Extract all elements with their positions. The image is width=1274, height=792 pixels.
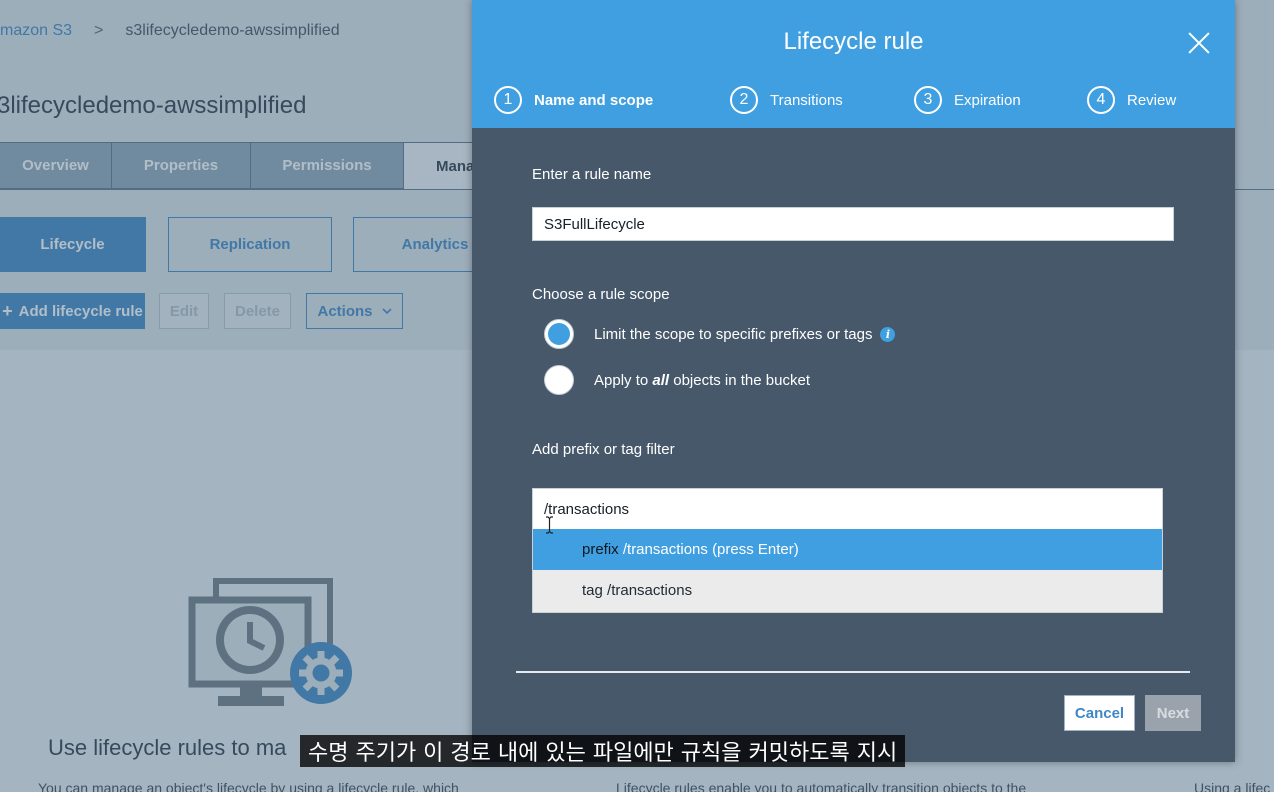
scope-option-limit[interactable]: Limit the scope to specific prefixes or … [544, 319, 896, 349]
suggestion-prefix[interactable]: prefix /transactions (press Enter) [533, 529, 1162, 570]
suggestion-tag[interactable]: tag /transactions [533, 570, 1162, 611]
step-review[interactable]: 4 Review [1087, 85, 1176, 115]
filter-suggestions-dropdown: prefix /transactions (press Enter) tag /… [532, 529, 1163, 613]
step-expiration[interactable]: 3 Expiration [914, 85, 1021, 115]
step-number: 4 [1087, 86, 1115, 114]
suggestion-prefix-keyword: prefix [582, 541, 619, 558]
suggestion-tag-keyword: tag [582, 582, 603, 599]
filter-label: Add prefix or tag filter [532, 441, 675, 458]
prefix-tag-filter-input[interactable] [532, 488, 1163, 530]
scope-limit-radio[interactable] [544, 319, 574, 349]
modal-footer-divider [516, 671, 1190, 673]
info-icon[interactable]: i [880, 326, 896, 342]
scope-limit-text: Limit the scope to specific prefixes or … [594, 325, 873, 343]
lifecycle-rule-modal: Lifecycle rule 1 Name and scope 2 Transi… [472, 0, 1235, 762]
text-cursor-icon [546, 516, 553, 534]
scope-all-emphasis: all [652, 371, 670, 389]
rule-scope-label: Choose a rule scope [532, 286, 670, 303]
close-icon[interactable] [1183, 27, 1215, 59]
suggestion-prefix-text: /transactions (press Enter) [618, 541, 799, 558]
modal-header: Lifecycle rule 1 Name and scope 2 Transi… [472, 0, 1235, 128]
step-label: Expiration [954, 91, 1021, 109]
step-label: Review [1127, 91, 1177, 109]
cancel-button[interactable]: Cancel [1064, 695, 1135, 731]
step-label: Transitions [770, 91, 843, 109]
next-button[interactable]: Next [1145, 695, 1201, 731]
step-number: 2 [730, 86, 758, 114]
step-number: 3 [914, 86, 942, 114]
scope-all-radio[interactable] [544, 365, 574, 395]
scope-option-all[interactable]: Apply to all objects in the bucket [544, 365, 810, 395]
scope-all-text-pre: Apply to [594, 371, 653, 389]
rule-name-input[interactable] [532, 207, 1174, 241]
step-name-and-scope[interactable]: 1 Name and scope [494, 85, 653, 115]
step-number: 1 [494, 86, 522, 114]
modal-title: Lifecycle rule [783, 28, 924, 55]
step-label: Name and scope [534, 91, 654, 109]
rule-name-label: Enter a rule name [532, 166, 652, 183]
scope-all-text: Apply to all objects in the bucket [594, 372, 810, 389]
video-subtitle-caption: 수명 주기가 이 경로 내에 있는 파일에만 규칙을 커밋하도록 지시 [300, 735, 906, 767]
suggestion-tag-text: /transactions [602, 582, 693, 599]
step-transitions[interactable]: 2 Transitions [730, 85, 843, 115]
scope-all-text-post: objects in the bucket [669, 371, 810, 389]
